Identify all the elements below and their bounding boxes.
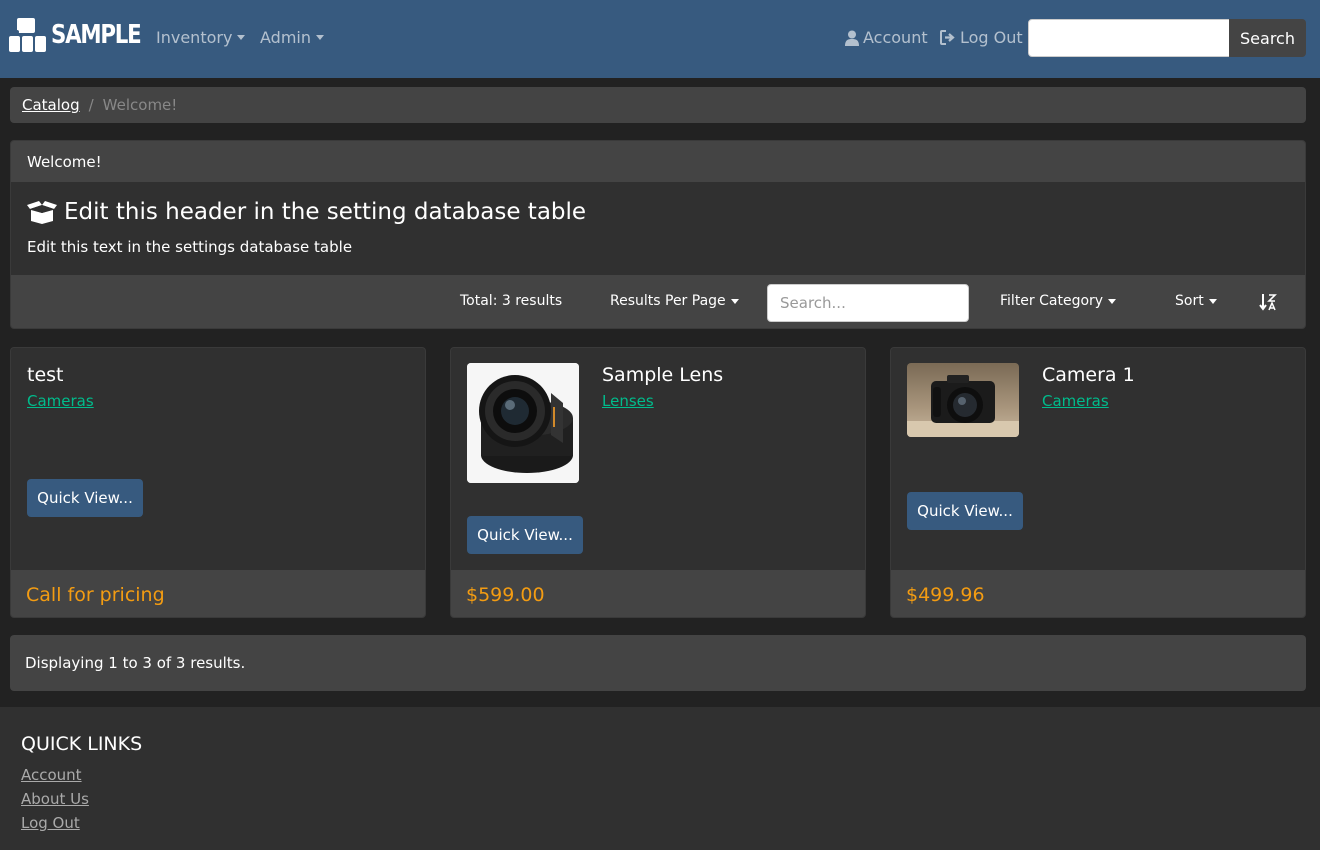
breadcrumb-catalog-link[interactable]: Catalog bbox=[22, 96, 80, 114]
filter-category-dropdown[interactable]: Filter Category bbox=[1000, 293, 1117, 309]
results-per-page-label: Results Per Page bbox=[610, 293, 726, 309]
nav-search-button[interactable]: Search bbox=[1229, 19, 1306, 57]
nav-menu-inventory[interactable]: Inventory bbox=[156, 28, 246, 47]
product-price: Call for pricing bbox=[11, 570, 425, 617]
sort-alpha-icon[interactable] bbox=[1259, 293, 1277, 311]
page-title: Edit this header in the setting database… bbox=[27, 199, 586, 225]
breadcrumb: Catalog / Welcome! bbox=[10, 87, 1306, 123]
quick-view-button[interactable]: Quick View... bbox=[27, 479, 143, 517]
boxes-icon bbox=[9, 18, 47, 52]
nav-logout-link[interactable]: Log Out bbox=[940, 28, 1023, 47]
camera-image[interactable] bbox=[907, 363, 1019, 437]
footer-link-logout[interactable]: Log Out bbox=[21, 814, 80, 832]
product-title[interactable]: Camera 1 bbox=[1042, 364, 1135, 386]
user-icon bbox=[845, 30, 859, 46]
filter-category-label: Filter Category bbox=[1000, 293, 1104, 309]
nav-menu-admin[interactable]: Admin bbox=[260, 28, 324, 47]
logout-label: Log Out bbox=[960, 28, 1023, 47]
brand-name: SAMPLE bbox=[51, 20, 142, 50]
footer-title: QUICK LINKS bbox=[21, 733, 143, 755]
caret-down-icon bbox=[730, 298, 739, 304]
sign-out-icon bbox=[940, 30, 955, 45]
quick-view-button[interactable]: Quick View... bbox=[467, 516, 583, 554]
caret-down-icon bbox=[1108, 298, 1117, 304]
nav-search-input[interactable] bbox=[1028, 19, 1230, 57]
product-title[interactable]: Sample Lens bbox=[602, 364, 723, 386]
welcome-card: Welcome! Edit this header in the setting… bbox=[10, 140, 1306, 329]
brand-link[interactable]: SAMPLE bbox=[9, 18, 160, 52]
lens-image[interactable] bbox=[467, 363, 579, 483]
sort-dropdown[interactable]: Sort bbox=[1175, 293, 1217, 309]
sort-label: Sort bbox=[1175, 293, 1204, 309]
product-card: test Cameras Quick View... Call for pric… bbox=[10, 347, 426, 618]
product-category-link[interactable]: Cameras bbox=[1042, 392, 1109, 410]
nav-menu-label: Inventory bbox=[156, 28, 233, 47]
quick-view-button[interactable]: Quick View... bbox=[907, 492, 1023, 530]
total-results: Total: 3 results bbox=[460, 293, 563, 309]
results-per-page-dropdown[interactable]: Results Per Page bbox=[610, 293, 739, 309]
catalog-search-input[interactable]: Search... bbox=[767, 284, 969, 322]
product-price: $499.96 bbox=[891, 570, 1305, 617]
product-card: Sample Lens Lenses Quick View... $599.00 bbox=[450, 347, 866, 618]
breadcrumb-current: Welcome! bbox=[102, 96, 178, 114]
product-category-link[interactable]: Lenses bbox=[602, 392, 654, 410]
nav-account-link[interactable]: Account bbox=[845, 28, 928, 47]
footer-link-about[interactable]: About Us bbox=[21, 790, 89, 808]
welcome-card-header: Welcome! bbox=[11, 141, 1305, 182]
catalog-toolbar: Total: 3 results Results Per Page Search… bbox=[11, 275, 1305, 328]
footer-link-account[interactable]: Account bbox=[21, 766, 82, 784]
results-summary: Displaying 1 to 3 of 3 results. bbox=[10, 635, 1306, 691]
caret-down-icon bbox=[316, 35, 324, 40]
product-price: $599.00 bbox=[451, 570, 865, 617]
caret-down-icon bbox=[1208, 298, 1217, 304]
nav-menu-label: Admin bbox=[260, 28, 311, 47]
page-title-text: Edit this header in the setting database… bbox=[64, 199, 587, 225]
account-label: Account bbox=[863, 28, 928, 47]
box-open-icon bbox=[27, 201, 57, 224]
product-title[interactable]: test bbox=[27, 364, 64, 386]
page-description: Edit this text in the settings database … bbox=[27, 238, 353, 256]
product-category-link[interactable]: Cameras bbox=[27, 392, 94, 410]
navbar: SAMPLE Inventory Admin Account Log Out S… bbox=[0, 0, 1320, 78]
footer: QUICK LINKS Account About Us Log Out bbox=[0, 707, 1320, 850]
breadcrumb-separator: / bbox=[88, 96, 94, 114]
product-card: Camera 1 Cameras Quick View... $499.96 bbox=[890, 347, 1306, 618]
caret-down-icon bbox=[237, 35, 246, 40]
